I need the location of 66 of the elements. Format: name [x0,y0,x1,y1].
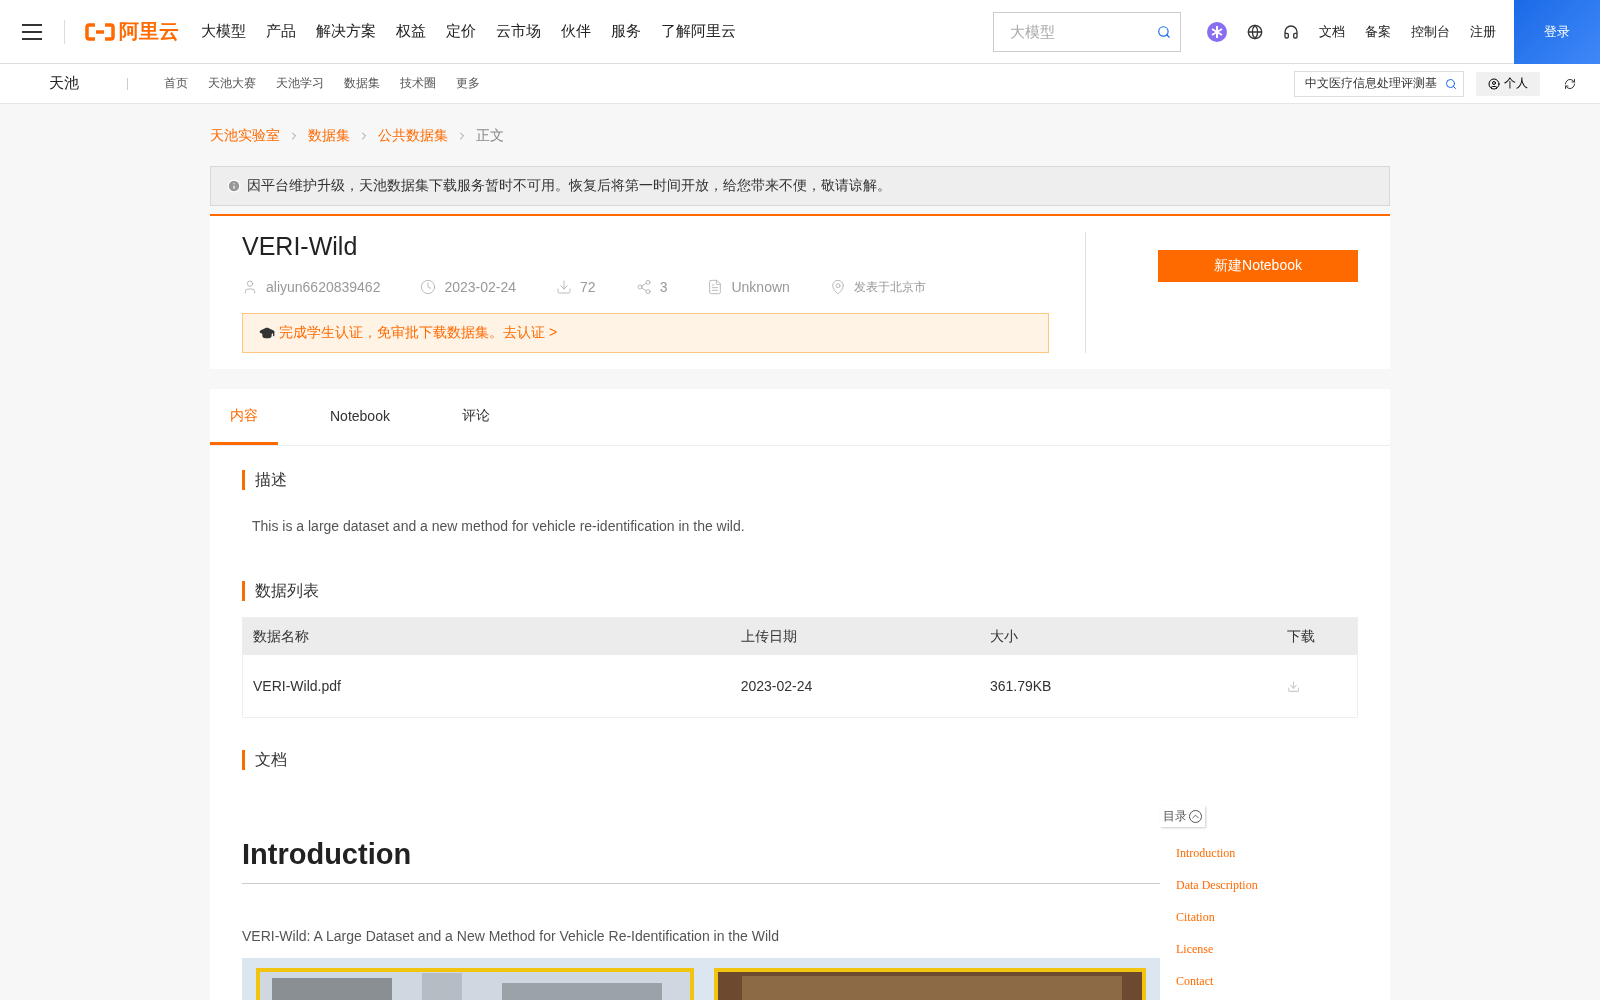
breadcrumb-current: 正文 [476,127,504,145]
nav-link[interactable]: 了解阿里云 [651,22,746,41]
share-icon [635,279,652,295]
search-field[interactable]: 大模型 [993,11,1181,52]
user-icon [242,279,258,295]
subnav-link[interactable]: 技术圈 [400,75,436,92]
header-link[interactable]: 注册 [1470,22,1496,41]
header-link[interactable]: 文档 [1319,22,1345,41]
search-field[interactable]: 中文医疗信息处理评测基 [1294,70,1464,97]
clock-icon [420,279,437,295]
user-icon [1488,77,1500,90]
graduation-cap-icon [259,325,275,341]
description-text: This is a large dataset and a new method for vehicle re-identification in the wild. [252,518,746,534]
toc-button[interactable]: 目录 [1160,806,1205,827]
nav-link[interactable]: 定价 [436,22,486,41]
nav-link[interactable]: 服务 [601,22,651,41]
column-header: 上传日期 [730,617,980,655]
headset-icon[interactable] [1283,23,1299,40]
tab[interactable]: Notebook [310,389,410,445]
section-heading: 文档 [242,750,1358,770]
search-icon[interactable] [1157,24,1171,39]
personal-button[interactable]: 个人 [1476,71,1540,96]
download-icon [556,279,573,295]
column-header: 下载 [1276,617,1358,655]
logo-icon [85,22,115,41]
subnav-link[interactable]: 天池大赛 [208,75,256,92]
nav-link[interactable]: 大模型 [191,22,256,41]
meta-text: aliyun6620839462 [266,279,381,295]
login-button[interactable]: 登录 [1514,0,1600,64]
dataset-title: VERI-Wild [242,232,359,261]
document-text: VERI-Wild: A Large Dataset and a New Method for Vehicle Re-Identification in the Wild [242,928,780,944]
nav-link[interactable]: 解决方案 [306,22,386,41]
nav-link[interactable]: 云市场 [486,22,551,41]
switch-icon[interactable] [1564,77,1576,90]
column-header: 大小 [979,617,1277,655]
tab[interactable]: 评论 [441,389,510,445]
nav-link[interactable]: 产品 [256,22,306,41]
section-heading: 描述 [242,470,1358,490]
table-cell: VERI-Wild.pdf [242,655,731,718]
subnav-link[interactable]: 更多 [456,75,480,92]
meta-text: 72 [580,279,596,295]
assistant-icon[interactable] [1207,21,1227,42]
header-link[interactable]: 控制台 [1411,22,1450,41]
meta-text: Unknown [731,279,790,295]
menu-icon [22,23,42,40]
notice-text: 因平台维护升级，天池数据集下载服务暂时不可用。恢复后将第一时间开放，给您带来不便，敬请谅解。 [247,177,891,195]
section-heading: 数据列表 [242,581,1358,601]
meta-text: 2023-02-24 [444,279,517,295]
meta-text: 发表于北京市 [853,278,926,296]
column-header: 数据名称 [242,617,731,655]
header-link[interactable]: 备案 [1365,22,1391,41]
document-title: Introduction [242,838,1160,884]
globe-icon[interactable] [1247,23,1263,40]
table-cell: 361.79KB [979,655,1277,718]
pin-icon [829,279,846,295]
subnav-link[interactable]: 数据集 [344,75,380,92]
nav-link[interactable]: 伙伴 [551,22,601,41]
table-cell: 2023-02-24 [730,655,980,718]
subnav-link[interactable]: 首页 [164,75,188,92]
brand-title[interactable]: 天池 [49,74,79,93]
search-icon[interactable] [1445,77,1457,90]
document-icon [707,279,724,295]
meta-text: 3 [659,279,668,295]
nav-link[interactable]: 权益 [386,22,436,41]
subnav-link[interactable]: 天池学习 [276,75,324,92]
info-icon [227,179,241,193]
